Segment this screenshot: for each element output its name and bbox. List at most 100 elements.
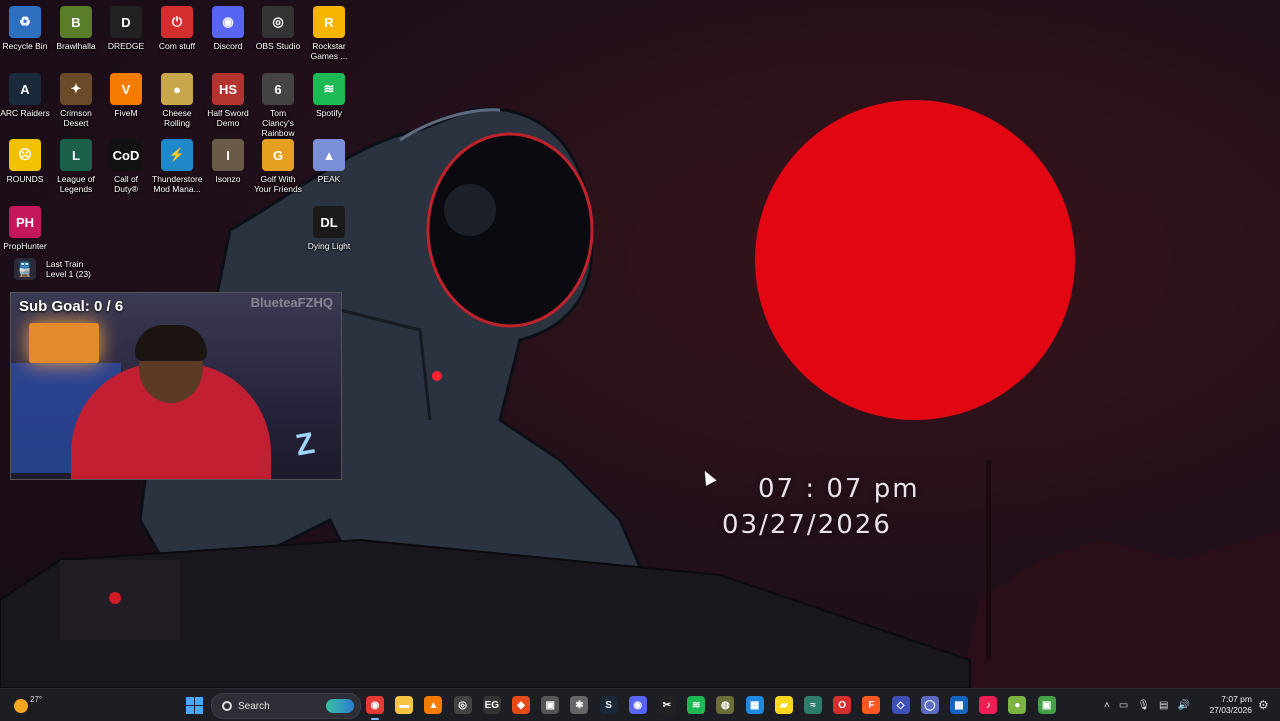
- app-icon-6[interactable]: ◯: [920, 696, 939, 714]
- desktop-icon[interactable]: B Brawlhalla: [51, 6, 101, 51]
- desktop-icon[interactable]: ▲ PEAK: [304, 139, 354, 184]
- chevron-up-icon[interactable]: ˄: [1104, 700, 1110, 711]
- weather-widget[interactable]: 27°: [14, 695, 42, 713]
- fivem-icon: V: [110, 73, 142, 105]
- system-tray: ˄ ▭ 🎙 ▤ 🔊: [1104, 689, 1190, 721]
- desktop-icon[interactable]: ⚡ Thunderstore Mod Mana...: [152, 139, 203, 194]
- gear-icon[interactable]: ⚙: [1258, 698, 1269, 712]
- desktop-icon-label: OBS Studio: [255, 41, 301, 51]
- app-icon-3[interactable]: ◍: [716, 696, 735, 714]
- desktop-icon-label: ARC Raiders: [0, 108, 50, 118]
- desktop-icon[interactable]: ≋ Spotify: [304, 73, 354, 118]
- desktop-icon[interactable]: HS Half Sword Demo: [203, 73, 253, 128]
- app-icon-9[interactable]: ▣: [1037, 696, 1056, 714]
- taskbar: 27° Search ◉ ▬ ▲ ◎ EG ◆ ▣ ✱ S ◉ ✂ ≋ ◍ ▦ ▰ ≈ O F ◇ ◯ ▩ ♪ ● ▣ ˄ ▭…: [0, 688, 1280, 721]
- vlc-icon[interactable]: ▲: [424, 696, 443, 714]
- desktop-icon-label: Recycle Bin: [2, 41, 48, 51]
- desktop-icon[interactable]: G Golf With Your Friends: [253, 139, 303, 194]
- desktop-icon[interactable]: DL Dying Light: [304, 206, 354, 251]
- last-train-widget[interactable]: 🚆 Last Train Level 1 (23): [14, 258, 91, 280]
- file-explorer-icon[interactable]: ▬: [395, 696, 414, 714]
- brawlhalla-icon: B: [60, 6, 92, 38]
- desktop-icon-label: FiveM: [114, 108, 138, 118]
- desktop-icon[interactable]: ◎ OBS Studio: [253, 6, 303, 51]
- recycle-bin-icon: ♻: [9, 6, 41, 38]
- desktop-icon[interactable]: D DREDGE: [101, 6, 151, 51]
- desktop-icon-label: ROUNDS: [6, 174, 44, 184]
- desktop-icon[interactable]: PH PropHunter: [0, 206, 50, 251]
- desktop-icon[interactable]: ♻ Recycle Bin: [0, 6, 50, 51]
- desktop-icon[interactable]: 6Tom Clancy's Rainbow Si...: [253, 73, 303, 148]
- desktop-icon[interactable]: I Isonzo: [203, 139, 253, 184]
- steam-icon[interactable]: S: [599, 696, 618, 714]
- desktop-icon-label: Discord: [213, 41, 243, 51]
- discord-icon[interactable]: ◉: [628, 696, 647, 714]
- search-icon: [222, 701, 232, 711]
- app-icon-8[interactable]: ●: [1008, 696, 1027, 714]
- faceit-icon[interactable]: F: [862, 696, 881, 714]
- wallpaper-clock-time: 07 : 07 pm: [758, 474, 920, 504]
- red-sun: [755, 100, 1075, 420]
- rainbow-six-icon: 6: [262, 73, 294, 105]
- crimson-desert-icon: ✦: [60, 73, 92, 105]
- desktop-icon[interactable]: ◉ Discord: [203, 6, 253, 51]
- desktop-icon-label: Half Sword Demo: [207, 108, 249, 128]
- desktop-icon[interactable]: ● Cheese Rolling: [152, 73, 202, 128]
- epic-games-icon[interactable]: EG: [482, 696, 501, 714]
- app-icon-7[interactable]: ▩: [950, 696, 968, 714]
- network-icon[interactable]: ▤: [1159, 700, 1168, 711]
- desktop-icon-label: PEAK: [317, 174, 341, 184]
- volume-icon[interactable]: 🔊: [1177, 700, 1189, 711]
- desktop-icon-label: Rockstar Games ...: [310, 41, 348, 61]
- search-highlight-icon: [326, 699, 354, 713]
- start-button[interactable]: [186, 697, 203, 714]
- desktop-icon-label: Call of Duty®: [113, 174, 139, 194]
- train-icon: 🚆: [14, 258, 36, 280]
- obs-icon[interactable]: ◎: [453, 696, 472, 714]
- tiktok-icon[interactable]: ♪: [979, 696, 998, 714]
- desktop-icon-label: Crimson Desert: [60, 108, 92, 128]
- app-icon-4[interactable]: ≈: [804, 696, 822, 714]
- desktop-icon[interactable]: ⏻ Com stuff: [152, 6, 202, 51]
- app-icon-2[interactable]: ✱: [570, 696, 589, 714]
- taskbar-search[interactable]: Search: [211, 693, 361, 719]
- microphone-icon[interactable]: 🎙: [1137, 700, 1150, 711]
- com-stuff-icon: ⏻: [161, 6, 193, 38]
- desktop-icon[interactable]: V FiveM: [101, 73, 151, 118]
- photos-icon[interactable]: ▦: [745, 696, 764, 714]
- desktop-icon-label: Com stuff: [158, 41, 196, 51]
- brave-icon[interactable]: ◆: [512, 696, 530, 714]
- taskbar-clock[interactable]: 7:07 pm 27/03/2026: [1206, 694, 1252, 716]
- rounds-icon: ☹: [9, 139, 41, 171]
- desktop-icon-label: Cheese Rolling: [162, 108, 192, 128]
- desktop-icon[interactable]: CoD Call of Duty®: [101, 139, 151, 194]
- dredge-icon: D: [110, 6, 142, 38]
- discord-icon: ◉: [212, 6, 244, 38]
- app-icon-5[interactable]: ◇: [891, 696, 910, 714]
- thunderstore-icon: ⚡: [161, 139, 193, 171]
- tray-app-icon[interactable]: ▭: [1119, 700, 1128, 711]
- desktop-icon-label: Thunderstore Mod Mana...: [152, 174, 203, 194]
- taskbar-date: 27/03/2026: [1209, 705, 1252, 715]
- taskbar-time: 7:07 pm: [1221, 694, 1252, 704]
- desktop-icon[interactable]: R Rockstar Games ...: [304, 6, 354, 61]
- desktop-icon[interactable]: A ARC Raiders: [0, 73, 50, 118]
- desktop-icon[interactable]: ☹ ROUNDS: [0, 139, 50, 184]
- desktop-icon-label: Golf With Your Friends: [254, 174, 302, 194]
- desktop-icon-label: Spotify: [316, 108, 342, 118]
- wallpaper-clock-date: 03/27/2026: [722, 510, 892, 540]
- webcam-overlay: BlueteaFZHQ Z: [10, 292, 342, 480]
- desktop-icon[interactable]: L League of Legends: [51, 139, 101, 194]
- chrome-icon[interactable]: ◉: [366, 696, 384, 720]
- half-sword-icon: HS: [212, 73, 244, 105]
- desktop-icon[interactable]: ✦ Crimson Desert: [51, 73, 101, 128]
- spotify-icon[interactable]: ≋: [687, 696, 706, 714]
- capcut-icon[interactable]: ✂: [658, 696, 676, 714]
- league-of-legends-icon: L: [60, 139, 92, 171]
- app-icon[interactable]: ▣: [541, 696, 560, 714]
- sub-goal-label: Sub Goal: 0 / 6: [19, 298, 124, 315]
- sticky-notes-icon[interactable]: ▰: [774, 696, 793, 714]
- opera-icon[interactable]: O: [833, 696, 852, 714]
- stream-handle: BlueteaFZHQ: [250, 295, 333, 310]
- search-placeholder: Search: [238, 700, 270, 712]
